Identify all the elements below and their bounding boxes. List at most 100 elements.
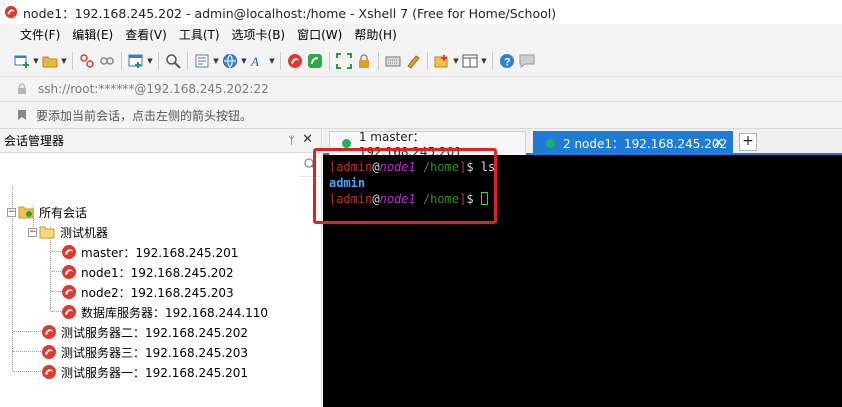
- keyboard-icon[interactable]: [383, 50, 403, 72]
- lock-icon: [18, 83, 26, 94]
- session-item-test-server-2[interactable]: 测试服务器二：192.168.245.202: [41, 322, 248, 342]
- chevron-down-icon[interactable]: ▼: [480, 50, 488, 72]
- chevron-down-icon[interactable]: ▼: [60, 50, 68, 72]
- toolbar-divider: [72, 52, 73, 70]
- xshell-session-icon: [42, 365, 56, 379]
- open-folder-icon[interactable]: [40, 50, 60, 72]
- close-icon[interactable]: ✕: [302, 132, 313, 147]
- session-label: master：192.168.245.201: [81, 245, 239, 260]
- session-manager-panel: 会话管理器 ᛘ ✕ − 所有会话 − 测试机器 master：192.168.2…: [0, 129, 322, 407]
- address-text[interactable]: ssh://root:******@192.168.245.202:22: [38, 82, 269, 96]
- chevron-down-icon[interactable]: ▼: [240, 50, 248, 72]
- folder-icon: [39, 226, 55, 239]
- add-session-arrow-icon[interactable]: [16, 109, 28, 121]
- toolbar-divider: [280, 52, 281, 70]
- highlight-annotation-box: [313, 148, 497, 224]
- menu-edit[interactable]: 编辑(E): [66, 24, 119, 46]
- connected-status-dot: [546, 139, 555, 148]
- tree-connector: [51, 291, 61, 292]
- session-label: 数据库服务器：192.168.244.110: [81, 305, 269, 320]
- address-bar: ssh://root:******@192.168.245.202:22: [0, 76, 842, 101]
- xshell-session-icon: [42, 345, 56, 359]
- session-label: node2：192.168.245.203: [81, 285, 234, 300]
- close-icon[interactable]: ✕: [713, 136, 724, 151]
- new-tab-icon[interactable]: [126, 50, 146, 72]
- session-label: 测试服务器三：192.168.245.203: [61, 345, 249, 360]
- menu-tab[interactable]: 选项卡(B): [226, 24, 292, 46]
- tree-root-label: 所有会话: [39, 205, 88, 220]
- chevron-down-icon[interactable]: ▼: [452, 50, 460, 72]
- toolbar-divider: [158, 52, 159, 70]
- session-item-node1[interactable]: node1：192.168.245.202: [61, 262, 234, 282]
- menu-view[interactable]: 查看(V): [119, 24, 173, 46]
- compose-icon[interactable]: [432, 50, 452, 72]
- menu-window[interactable]: 窗口(W): [291, 24, 348, 46]
- toolbar-divider: [378, 52, 379, 70]
- session-item-node2[interactable]: node2：192.168.245.203: [61, 282, 234, 302]
- collapse-icon[interactable]: −: [28, 227, 37, 237]
- tab-label: 2 node1：192.168.245.202: [563, 137, 728, 151]
- xshell-session-icon: [62, 285, 76, 299]
- pin-icon[interactable]: ᛘ: [288, 134, 295, 147]
- xftp-icon[interactable]: [305, 50, 325, 72]
- help-icon[interactable]: ?: [497, 50, 517, 72]
- xshell-session-icon: [62, 245, 76, 259]
- disconnect-icon[interactable]: [77, 50, 97, 72]
- tree-folder-label: 测试机器: [60, 225, 109, 240]
- session-item-test-server-3[interactable]: 测试服务器三：192.168.245.203: [41, 342, 248, 362]
- hint-bar: 要添加当前会话，点击左侧的箭头按钮。: [0, 101, 842, 129]
- add-tab-button[interactable]: +: [739, 133, 757, 151]
- xshell-session-icon: [42, 325, 56, 339]
- svg-text:A: A: [250, 54, 259, 69]
- session-item-test-server-1[interactable]: 测试服务器一：192.168.245.201: [41, 362, 248, 382]
- reconnect-icon[interactable]: [97, 50, 117, 72]
- tree-connector: [12, 351, 13, 371]
- tree-connector: [51, 271, 61, 272]
- chevron-down-icon[interactable]: ▼: [212, 50, 220, 72]
- session-label: 测试服务器二：192.168.245.202: [61, 325, 249, 340]
- xshell-icon[interactable]: [285, 50, 305, 72]
- chat-icon[interactable]: [517, 50, 537, 72]
- session-manager-title: 会话管理器: [4, 134, 65, 148]
- chevron-down-icon[interactable]: ▼: [32, 50, 40, 72]
- highlight-icon[interactable]: [403, 50, 423, 72]
- tree-folder[interactable]: − 测试机器: [28, 222, 108, 242]
- toolbar-divider: [329, 52, 330, 70]
- fullscreen-icon[interactable]: [334, 50, 354, 72]
- tree-root[interactable]: − 所有会话: [7, 202, 87, 222]
- session-item-master[interactable]: master：192.168.245.201: [61, 242, 238, 262]
- session-search-input[interactable]: [0, 153, 300, 177]
- globe-icon[interactable]: [220, 50, 240, 72]
- menu-file[interactable]: 文件(F): [14, 24, 66, 46]
- title-bar: node1：192.168.245.202 - admin@localhost:…: [0, 0, 842, 24]
- find-icon[interactable]: [163, 50, 183, 72]
- properties-icon[interactable]: [192, 50, 212, 72]
- layout-icon[interactable]: [460, 50, 480, 72]
- session-search: [0, 153, 321, 177]
- collapse-icon[interactable]: −: [7, 207, 16, 217]
- menu-tools[interactable]: 工具(T): [173, 24, 226, 46]
- new-session-icon[interactable]: [12, 50, 32, 72]
- lock-icon[interactable]: [354, 50, 374, 72]
- session-label: 测试服务器一：192.168.245.201: [61, 365, 249, 380]
- svg-text:?: ?: [504, 57, 511, 69]
- connected-status-dot: [342, 139, 351, 148]
- chevron-down-icon[interactable]: ▼: [146, 50, 154, 72]
- tree-connector: [13, 331, 41, 332]
- chevron-down-icon[interactable]: ▼: [268, 50, 276, 72]
- toolbar-divider: [427, 52, 428, 70]
- session-item-database[interactable]: 数据库服务器：192.168.244.110: [61, 302, 268, 322]
- toolbar-divider: [121, 52, 122, 70]
- toolbar-divider: [492, 52, 493, 70]
- tab-node1[interactable]: 2 node1：192.168.245.202 ✕: [533, 131, 733, 155]
- menu-help[interactable]: 帮助(H): [348, 24, 402, 46]
- tree-connector: [13, 371, 41, 372]
- toolbar-divider: [187, 52, 188, 70]
- toolbar: ▼ ▼ ▼ ▼ ▼ A ▼ ▼ ▼ ?: [0, 46, 842, 76]
- tree-connector: [13, 351, 41, 352]
- session-manager-header: 会话管理器 ᛘ ✕: [0, 129, 321, 153]
- font-icon[interactable]: A: [248, 50, 268, 72]
- session-label: node1：192.168.245.202: [81, 265, 234, 280]
- xshell-session-icon: [62, 305, 76, 319]
- tree-connector: [51, 251, 61, 252]
